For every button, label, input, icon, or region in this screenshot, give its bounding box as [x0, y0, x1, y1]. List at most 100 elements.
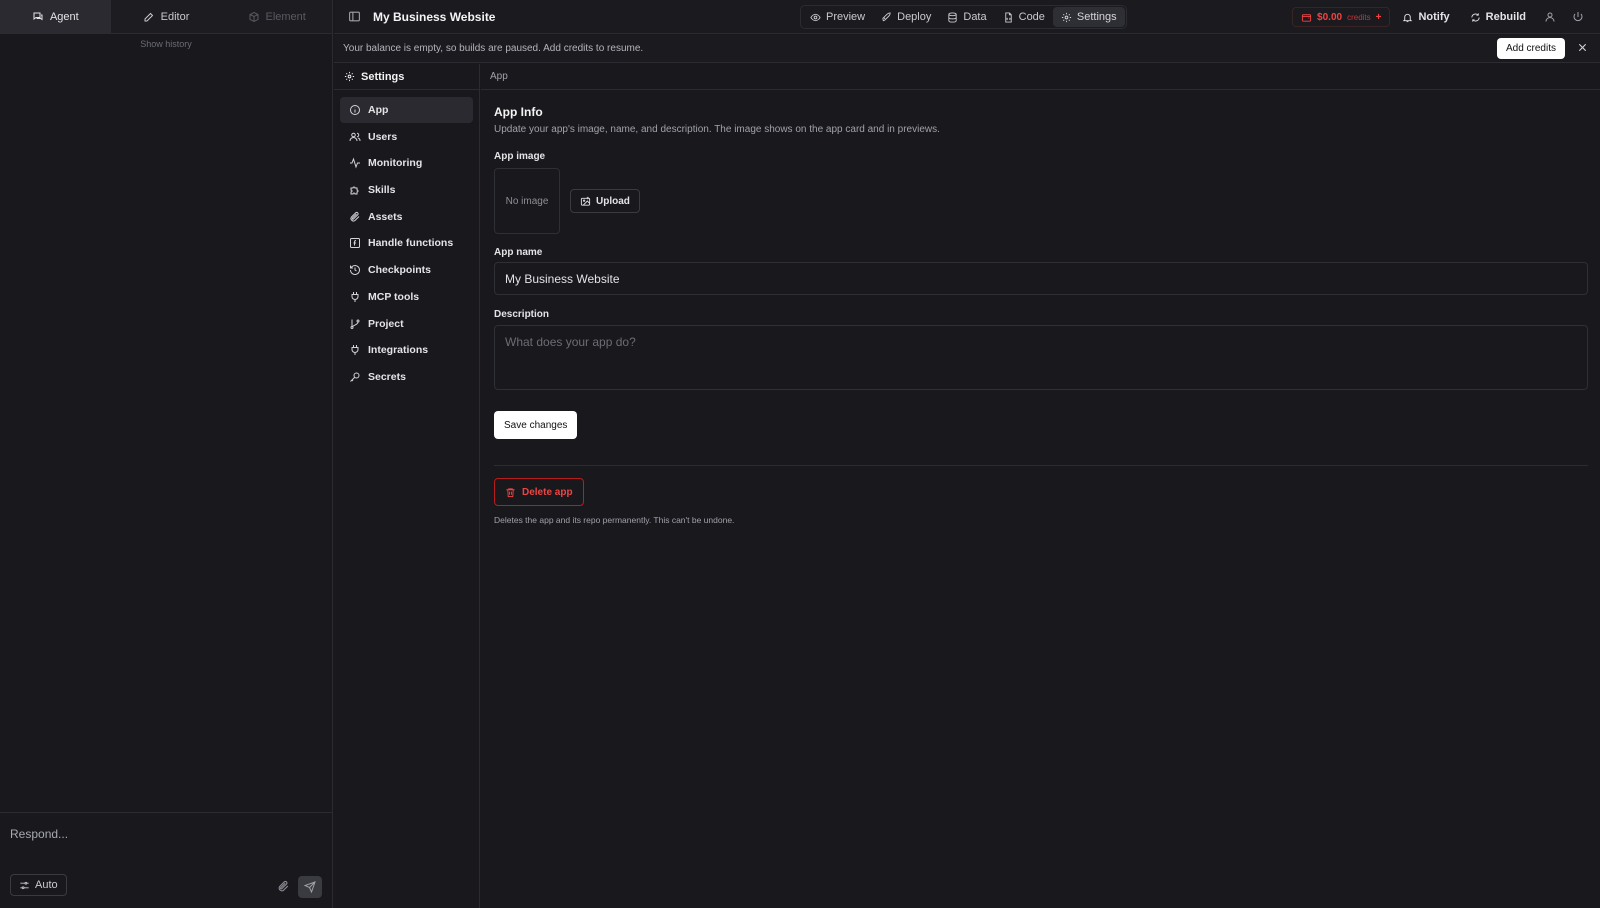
sidebar-item-project[interactable]: Project [340, 311, 473, 337]
sidebar-item-users[interactable]: Users [340, 124, 473, 150]
sidebar-item-checkpoints[interactable]: Checkpoints [340, 257, 473, 283]
database-icon [947, 11, 958, 23]
sidebar-item-handle-functions[interactable]: Handle functions [340, 230, 473, 256]
add-credits-button[interactable]: Add credits [1496, 38, 1565, 59]
gear-icon [1061, 12, 1072, 23]
nav-data[interactable]: Data [939, 7, 994, 27]
nav-preview[interactable]: Preview [802, 7, 873, 27]
tab-element-label: Element [265, 10, 306, 23]
power-icon[interactable] [1566, 7, 1590, 27]
credits-label: credits [1347, 12, 1371, 22]
activity-icon [349, 157, 361, 169]
description-label: Description [494, 309, 550, 320]
refresh-icon [1470, 12, 1481, 23]
app-image-row: No image Upload [494, 168, 1587, 234]
notify-label: Notify [1418, 11, 1450, 23]
no-image-text: No image [505, 195, 549, 207]
paperclip-icon[interactable] [277, 880, 290, 893]
image-upload-icon [580, 196, 591, 207]
key-icon [349, 371, 361, 383]
sidebar-toggle-icon[interactable] [348, 10, 361, 23]
app-name-input[interactable] [494, 262, 1588, 295]
history-icon [349, 264, 361, 276]
paperclip-icon [349, 211, 361, 223]
trash-icon [505, 487, 516, 498]
gear-icon [344, 71, 355, 82]
view-nav: Preview Deploy Data Code Settings [800, 5, 1127, 29]
notify-button[interactable]: Notify [1394, 7, 1457, 27]
upload-button[interactable]: Upload [570, 189, 640, 213]
sidebar-item-skills[interactable]: Skills [340, 177, 473, 203]
settings-main: App App Info Update your app's image, na… [481, 64, 1600, 908]
sidebar-item-label: App [368, 104, 389, 116]
sidebar-item-label: Project [368, 317, 404, 330]
sidebar-item-integrations[interactable]: Integrations [340, 337, 473, 363]
sidebar-item-secrets[interactable]: Secrets [340, 364, 473, 390]
sidebar-item-label: Secrets [368, 370, 406, 383]
chat-icon [32, 11, 44, 23]
description-textarea[interactable] [494, 325, 1588, 390]
section-subtitle: Update your app's image, name, and descr… [494, 124, 940, 135]
nav-settings[interactable]: Settings [1052, 7, 1125, 27]
app-info-section: App Info Update your app's image, name, … [481, 90, 1600, 525]
nav-deploy[interactable]: Deploy [873, 7, 939, 27]
save-changes-button[interactable]: Save changes [494, 411, 578, 439]
close-icon[interactable] [1577, 42, 1588, 53]
sidebar-item-label: Handle functions [368, 237, 454, 250]
cube-icon [248, 11, 260, 23]
sliders-icon [19, 880, 30, 891]
plug-icon [349, 344, 361, 356]
breadcrumb: App [481, 64, 1600, 90]
puzzle-icon [349, 184, 361, 196]
upload-label: Upload [596, 195, 630, 207]
section-title: App Info [494, 105, 543, 119]
left-tabs: Agent Editor Element [0, 0, 332, 34]
send-icon [304, 881, 316, 893]
file-code-icon [1003, 11, 1014, 23]
sidebar-item-label: Assets [368, 210, 403, 223]
nav-data-label: Data [963, 11, 987, 23]
app-image-label: App image [494, 151, 546, 162]
respond-input[interactable] [10, 827, 310, 841]
auto-mode-button[interactable]: Auto [10, 874, 67, 896]
delete-app-button[interactable]: Delete app [494, 478, 584, 506]
sidebar-item-label: Skills [368, 184, 396, 197]
sidebar-item-label: Users [368, 130, 398, 143]
tab-agent[interactable]: Agent [0, 0, 111, 33]
tab-element[interactable]: Element [221, 0, 332, 33]
section-divider [494, 465, 1588, 466]
sidebar-item-app[interactable]: App [340, 97, 473, 123]
nav-code-label: Code [1018, 11, 1045, 23]
wallet-icon [1301, 12, 1312, 23]
tab-editor-label: Editor [160, 10, 190, 23]
plug-icon [349, 291, 361, 303]
rocket-icon [881, 11, 892, 23]
composer: Auto [0, 812, 332, 908]
sidebar-item-mcp-tools[interactable]: MCP tools [340, 284, 473, 310]
function-icon [349, 237, 361, 249]
top-right-actions: $0.00 credits + Notify Rebuild [1292, 7, 1590, 27]
sidebar-item-label: Monitoring [368, 157, 423, 170]
settings-sidebar: Settings App Users Monitoring Skills Ass… [334, 64, 480, 908]
tab-editor[interactable]: Editor [111, 0, 222, 33]
delete-app-label: Delete app [522, 486, 573, 498]
auto-mode-label: Auto [35, 879, 58, 891]
user-icon[interactable] [1538, 7, 1562, 27]
credits-badge[interactable]: $0.00 credits + [1292, 7, 1391, 27]
sidebar-item-label: Integrations [368, 344, 429, 357]
app-image-placeholder: No image [494, 168, 560, 234]
git-branch-icon [349, 318, 361, 330]
delete-warning: Deletes the app and its repo permanently… [494, 515, 735, 525]
rebuild-button[interactable]: Rebuild [1462, 7, 1534, 27]
send-button[interactable] [298, 876, 322, 898]
agent-panel: Agent Editor Element Show history Respon… [0, 0, 333, 908]
sidebar-item-label: Checkpoints [368, 264, 432, 277]
settings-header: Settings [334, 64, 479, 90]
sidebar-item-monitoring[interactable]: Monitoring [340, 150, 473, 176]
sidebar-item-assets[interactable]: Assets [340, 204, 473, 230]
nav-code[interactable]: Code [995, 7, 1053, 27]
info-icon [349, 104, 361, 116]
tab-agent-label: Agent [49, 10, 79, 23]
show-history-link[interactable]: Show history [0, 39, 332, 49]
app-title: My Business Website [373, 9, 496, 24]
